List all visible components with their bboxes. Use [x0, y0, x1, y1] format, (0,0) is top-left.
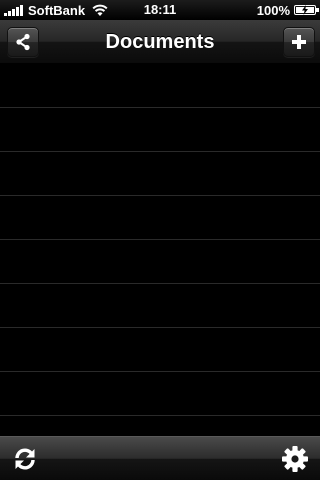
- bottom-toolbar: [0, 436, 320, 480]
- list-row[interactable]: [0, 64, 320, 108]
- gear-icon: [282, 446, 308, 472]
- share-icon: [16, 33, 30, 51]
- refresh-button[interactable]: [10, 444, 40, 474]
- list-row[interactable]: [0, 152, 320, 196]
- list-row[interactable]: [0, 240, 320, 284]
- navigation-bar: Documents: [0, 20, 320, 64]
- list-row[interactable]: [0, 196, 320, 240]
- list-row[interactable]: [0, 372, 320, 416]
- page-title: Documents: [105, 31, 215, 53]
- status-right: 100%: [256, 0, 319, 20]
- settings-button[interactable]: [280, 444, 310, 474]
- screen: SoftBank 18:11 100% Documents: [0, 0, 320, 480]
- charging-bolt-icon: [302, 5, 308, 15]
- list-row[interactable]: [0, 108, 320, 152]
- list-row[interactable]: [0, 328, 320, 372]
- list-row[interactable]: [0, 416, 320, 436]
- document-list[interactable]: [0, 64, 320, 436]
- share-button[interactable]: [7, 27, 39, 57]
- refresh-icon: [15, 448, 35, 470]
- battery-percentage: 100%: [256, 2, 290, 18]
- add-document-button[interactable]: [283, 27, 315, 57]
- battery-icon: [294, 5, 319, 15]
- plus-icon: [292, 35, 306, 49]
- status-bar: SoftBank 18:11 100%: [0, 0, 320, 20]
- list-row[interactable]: [0, 284, 320, 328]
